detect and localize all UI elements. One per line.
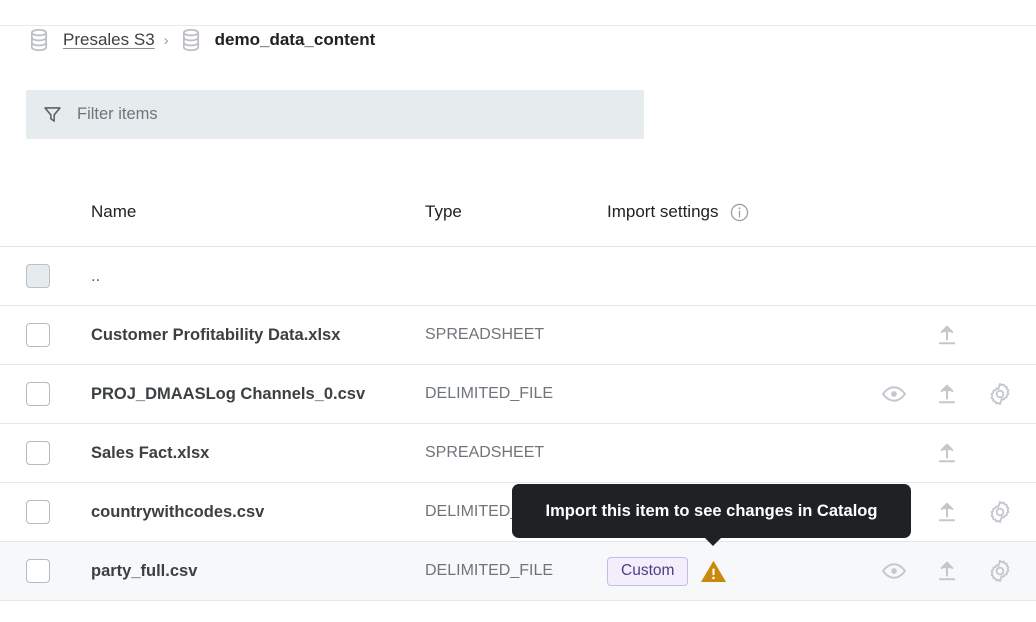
upload-icon[interactable]	[934, 440, 960, 466]
row-name: ..	[91, 266, 101, 285]
column-header-import-settings-label: Import settings	[607, 202, 719, 221]
column-header-import-settings: Import settings	[607, 202, 844, 223]
row-checkbox-cell	[0, 382, 91, 406]
upload-icon[interactable]	[934, 322, 960, 348]
table-row[interactable]: Customer Profitability Data.xlsx SPREADSH…	[0, 306, 1036, 365]
row-actions	[844, 322, 1036, 348]
database-icon	[26, 27, 52, 53]
table-body: .. Customer Profitability Data.xlsx SPREAD…	[0, 247, 1036, 601]
warning-triangle-icon[interactable]	[700, 559, 727, 584]
action-placeholder	[987, 322, 1013, 348]
row-checkbox[interactable]	[26, 559, 50, 583]
eye-icon[interactable]	[881, 558, 907, 584]
tooltip-arrow	[705, 538, 721, 546]
breadcrumb-separator: ›	[163, 31, 169, 49]
action-placeholder	[987, 440, 1013, 466]
breadcrumb-item-parent[interactable]: Presales S3	[26, 27, 155, 53]
info-icon[interactable]	[729, 202, 750, 223]
column-header-name: Name	[91, 202, 137, 221]
row-type: DELIMITED_FILE	[425, 562, 554, 579]
gear-icon[interactable]	[987, 499, 1013, 525]
row-checkbox[interactable]	[26, 323, 50, 347]
row-actions	[844, 558, 1036, 584]
file-browser-page: Presales S3 › demo_data_content Filter i…	[0, 0, 1036, 622]
row-name: PROJ_DMAASLog Channels_0.csv	[91, 384, 366, 403]
row-checkbox[interactable]	[26, 382, 50, 406]
breadcrumb-current-label: demo_data_content	[214, 30, 376, 49]
row-checkbox-cell	[0, 323, 91, 347]
breadcrumb: Presales S3 › demo_data_content	[26, 26, 375, 54]
row-checkbox[interactable]	[26, 441, 50, 465]
row-name: countrywithcodes.csv	[91, 502, 265, 521]
filter-items-box[interactable]	[26, 90, 644, 139]
row-checkbox-cell	[0, 500, 91, 524]
upload-icon[interactable]	[934, 381, 960, 407]
row-checkbox-cell	[0, 264, 91, 288]
status-badge: Custom	[607, 556, 689, 586]
upload-icon[interactable]	[934, 558, 960, 584]
action-placeholder	[881, 440, 907, 466]
search-input[interactable]	[77, 105, 628, 124]
row-type: SPREADSHEET	[425, 444, 545, 461]
row-name: party_full.csv	[91, 561, 198, 580]
table-header-row: Name Type Import settings	[0, 178, 1036, 247]
table-row[interactable]: Sales Fact.xlsx SPREADSHEET	[0, 424, 1036, 483]
table-row[interactable]: ..	[0, 247, 1036, 306]
table-row[interactable]: party_full.csv DELIMITED_FILE Custom	[0, 542, 1036, 601]
row-actions	[844, 440, 1036, 466]
breadcrumb-parent-label[interactable]: Presales S3	[63, 30, 155, 50]
upload-icon[interactable]	[934, 499, 960, 525]
row-checkbox[interactable]	[26, 500, 50, 524]
eye-icon[interactable]	[881, 381, 907, 407]
row-checkbox-cell	[0, 441, 91, 465]
gear-icon[interactable]	[987, 381, 1013, 407]
table-row[interactable]: PROJ_DMAASLog Channels_0.csv DELIMITED_FI…	[0, 365, 1036, 424]
gear-icon[interactable]	[987, 558, 1013, 584]
row-checkbox	[26, 264, 50, 288]
funnel-icon	[42, 104, 63, 125]
row-import-settings: Custom	[607, 556, 844, 586]
column-header-type: Type	[425, 202, 462, 221]
tooltip: Import this item to see changes in Catal…	[512, 484, 911, 538]
tooltip-text: Import this item to see changes in Catal…	[545, 501, 878, 520]
row-type: SPREADSHEET	[425, 326, 545, 343]
row-type: DELIMITED_FILE	[425, 385, 554, 402]
row-name: Sales Fact.xlsx	[91, 443, 210, 462]
row-actions	[844, 381, 1036, 407]
breadcrumb-item-current: demo_data_content	[178, 27, 376, 53]
row-name: Customer Profitability Data.xlsx	[91, 325, 341, 344]
row-checkbox-cell	[0, 559, 91, 583]
action-placeholder	[881, 322, 907, 348]
database-icon	[178, 27, 204, 53]
